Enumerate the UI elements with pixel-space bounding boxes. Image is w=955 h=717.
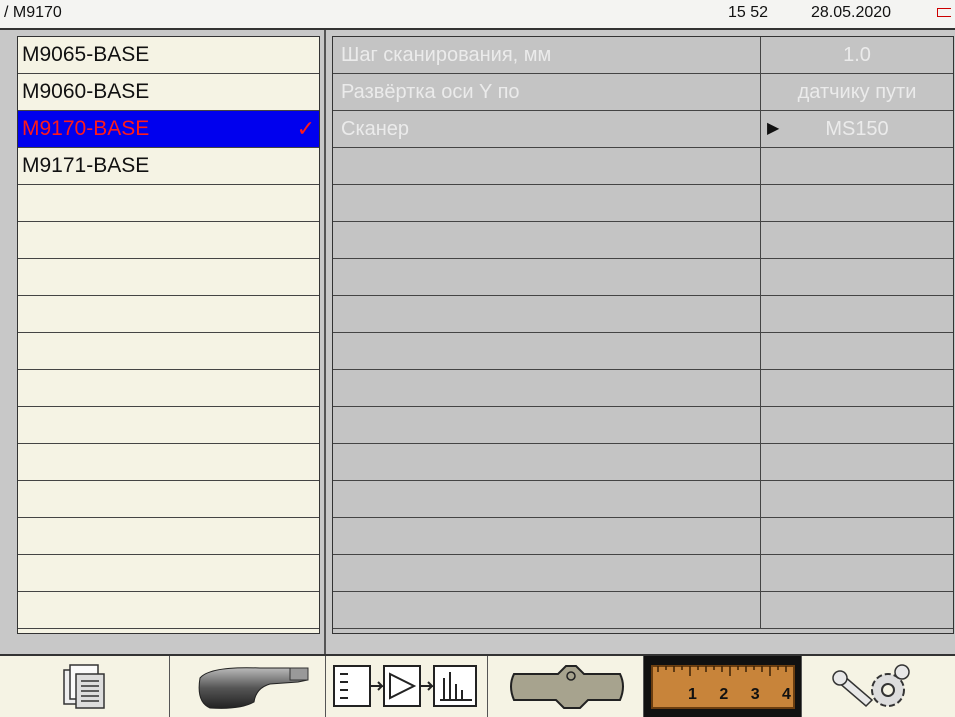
- setting-value-cell[interactable]: ▶ MS150: [761, 111, 953, 147]
- list-item-selected[interactable]: M9170-BASE ✓: [18, 111, 319, 148]
- list-item-empty[interactable]: [18, 592, 319, 629]
- signal-chain-button[interactable]: [326, 656, 488, 717]
- ruler-button[interactable]: 1 2 3 4: [644, 656, 802, 717]
- probe-button[interactable]: [170, 656, 326, 717]
- signal-chain-icon: [333, 665, 477, 707]
- table-row-empty: [333, 185, 953, 222]
- list-item-label: M9065-BASE: [22, 43, 150, 66]
- list-item[interactable]: M9171-BASE: [18, 148, 319, 185]
- wrench-gear-icon: [832, 664, 910, 708]
- list-item-empty[interactable]: [18, 333, 319, 370]
- weld-icon: [510, 665, 624, 709]
- table-row-empty: [333, 592, 953, 629]
- table-row-empty: [333, 444, 953, 481]
- table-row-empty: [333, 296, 953, 333]
- clock-time: 15 52: [728, 4, 769, 21]
- list-item-empty[interactable]: [18, 370, 319, 407]
- setting-name: Развёртка оси Y по: [333, 74, 761, 110]
- setting-value: MS150: [825, 118, 889, 140]
- table-row-empty: [333, 407, 953, 444]
- battery-icon: [937, 8, 951, 17]
- breadcrumb: / M9170: [4, 4, 62, 21]
- table-row-empty: [333, 148, 953, 185]
- documents-button[interactable]: [0, 656, 170, 717]
- setting-value[interactable]: датчику пути: [761, 74, 953, 110]
- arrow-right-icon: ▶: [767, 120, 780, 137]
- table-row[interactable]: Развёртка оси Y по датчику пути: [333, 74, 953, 111]
- list-item[interactable]: M9065-BASE: [18, 37, 319, 74]
- list-item-label: M9060-BASE: [22, 80, 150, 103]
- status-bar: / M9170 15 52 28.05.2020: [0, 0, 955, 30]
- list-item-empty[interactable]: [18, 444, 319, 481]
- table-row-empty: [333, 259, 953, 296]
- config-list: M9065-BASE M9060-BASE M9170-BASE ✓ M9171-…: [17, 36, 320, 634]
- list-item-empty[interactable]: [18, 296, 319, 333]
- table-row-empty: [333, 555, 953, 592]
- table-row[interactable]: Шаг сканирования, мм 1.0: [333, 37, 953, 74]
- config-list-panel: M9065-BASE M9060-BASE M9170-BASE ✓ M9171-…: [0, 30, 326, 654]
- list-item-empty[interactable]: [18, 185, 319, 222]
- table-row-empty: [333, 222, 953, 259]
- settings-button[interactable]: [802, 656, 955, 717]
- setting-value[interactable]: 1.0: [761, 37, 953, 73]
- documents-icon: [63, 664, 105, 709]
- clock-date: 28.05.2020: [811, 4, 892, 21]
- table-row-empty: [333, 370, 953, 407]
- probe-icon: [198, 667, 309, 709]
- table-row[interactable]: Сканер ▶ MS150: [333, 111, 953, 148]
- table-row-empty: [333, 481, 953, 518]
- list-item-empty[interactable]: [18, 259, 319, 296]
- list-item-empty[interactable]: [18, 407, 319, 444]
- weld-button[interactable]: [488, 656, 644, 717]
- list-item-empty[interactable]: [18, 518, 319, 555]
- list-item[interactable]: M9060-BASE: [18, 74, 319, 111]
- setting-name: Сканер: [333, 111, 761, 147]
- list-item-label: M9171-BASE: [22, 154, 150, 177]
- list-item-label: M9170-BASE: [22, 117, 150, 140]
- checkmark-icon: ✓: [296, 116, 315, 141]
- setting-name: Шаг сканирования, мм: [333, 37, 761, 73]
- ruler-label: 1 2 3 4: [688, 686, 800, 703]
- table-row-empty: [333, 518, 953, 555]
- list-item-empty[interactable]: [18, 481, 319, 518]
- list-item-empty[interactable]: [18, 555, 319, 592]
- toolbar: 1 2 3 4: [0, 654, 955, 717]
- table-row-empty: [333, 333, 953, 370]
- list-item-empty[interactable]: [18, 222, 319, 259]
- settings-table: Шаг сканирования, мм 1.0 Развёртка оси Y …: [332, 36, 954, 634]
